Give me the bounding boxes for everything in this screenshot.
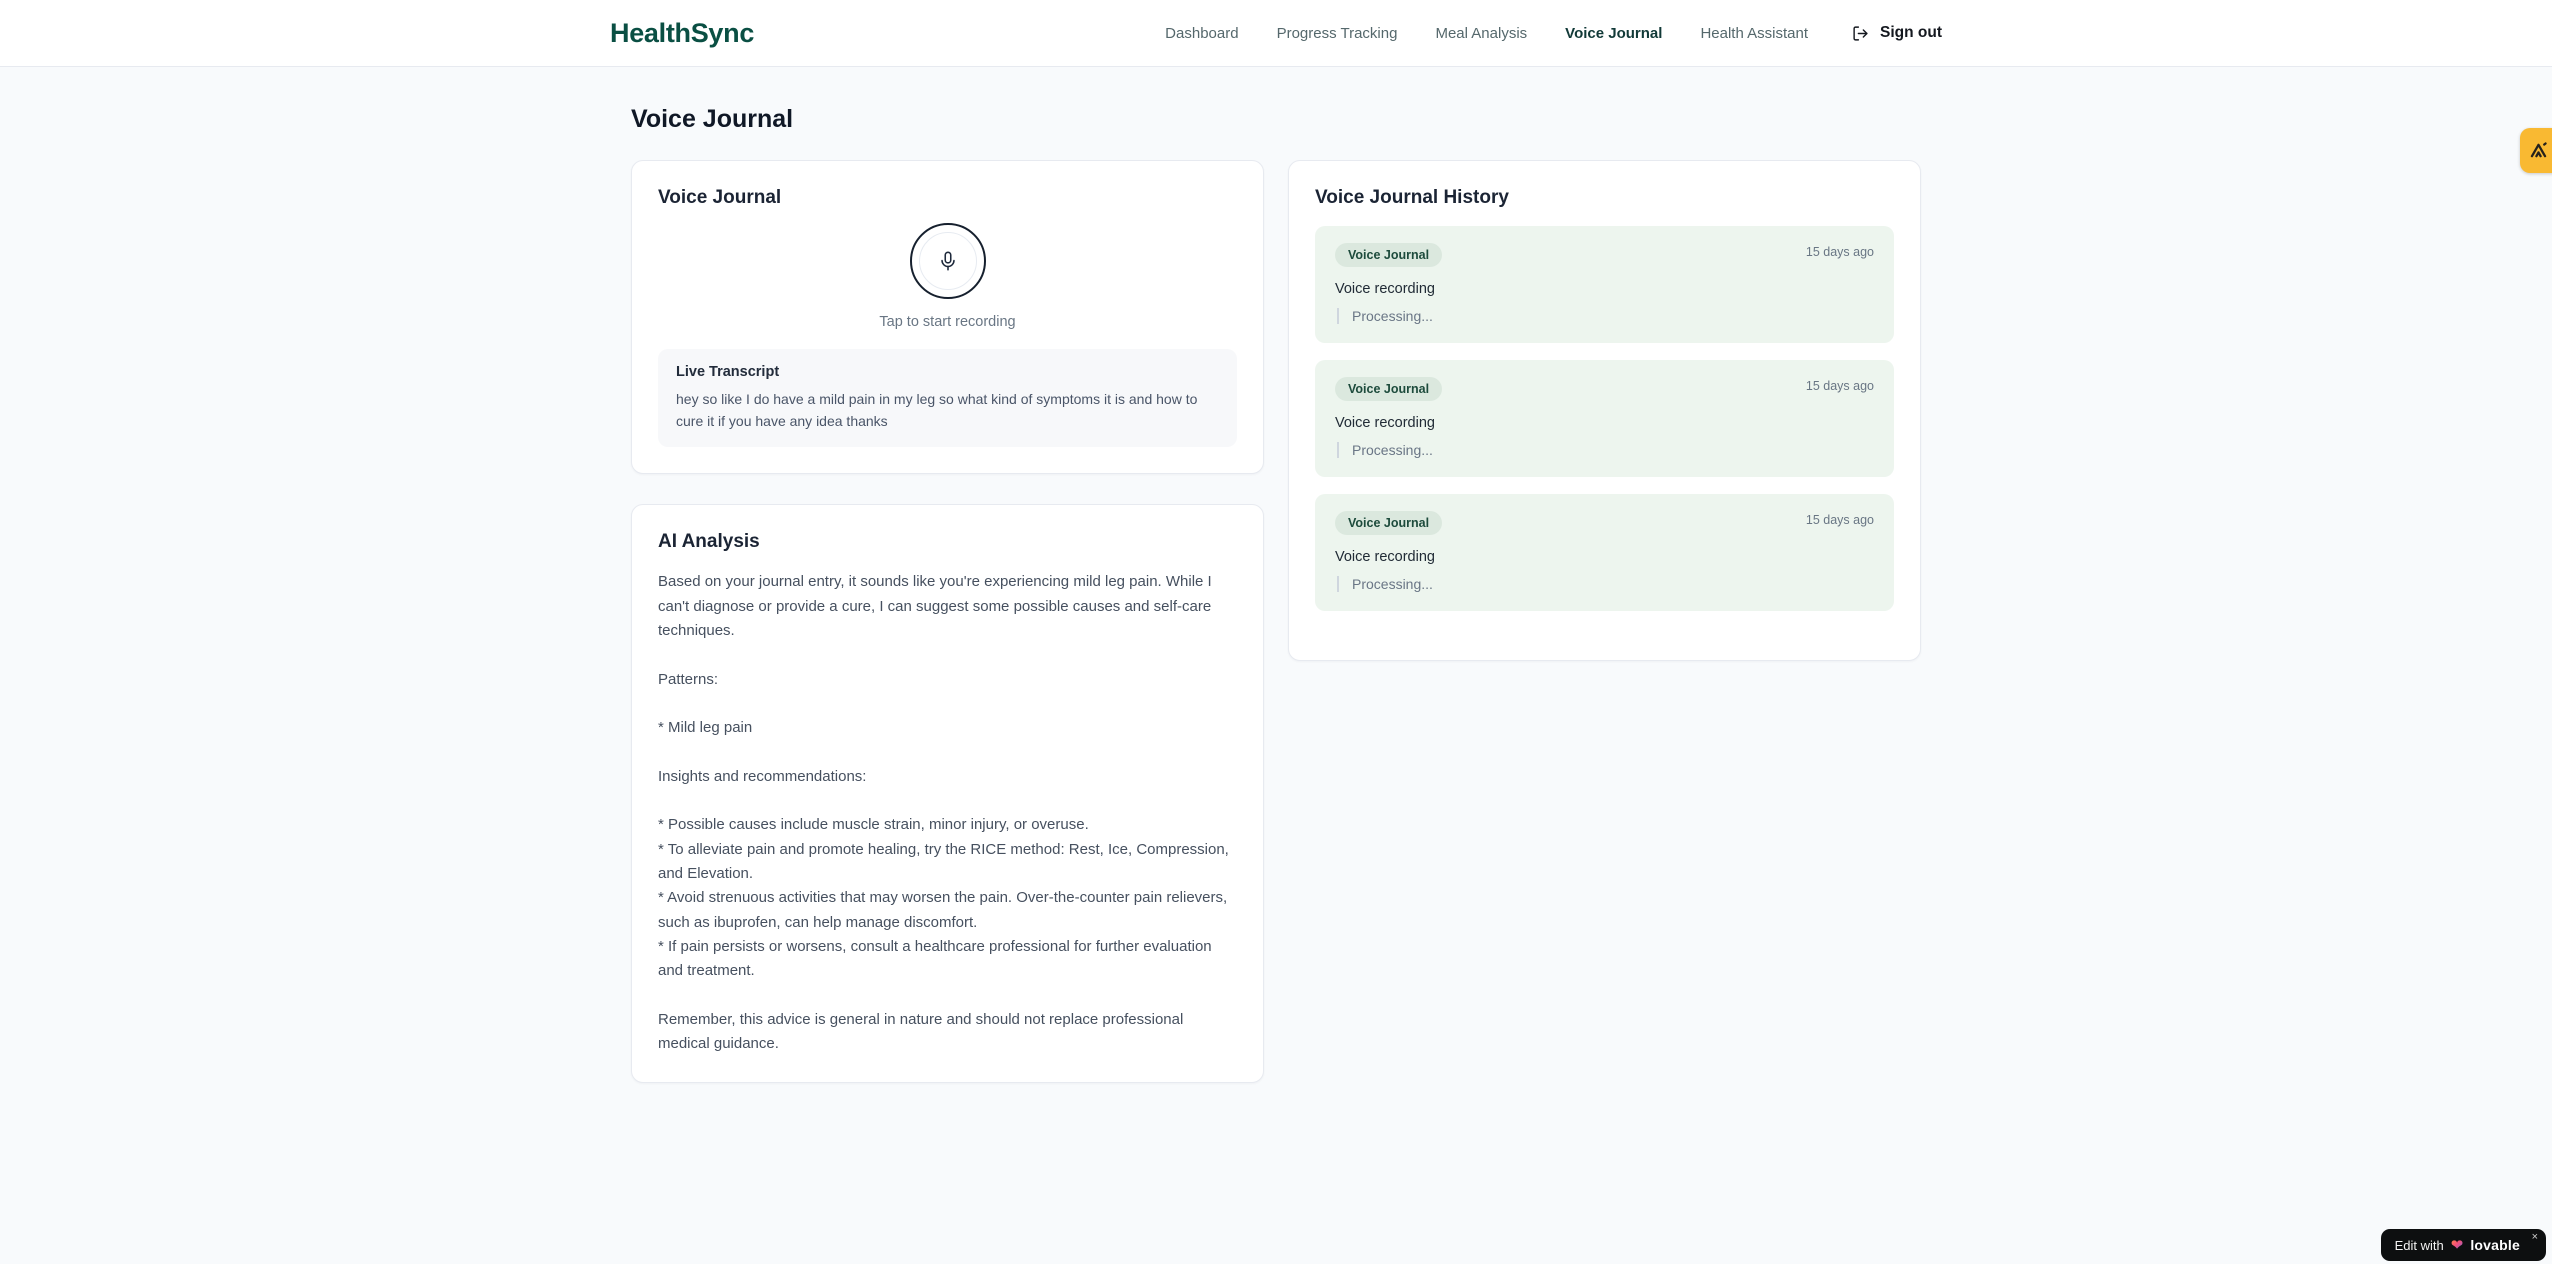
entry-timestamp: 15 days ago (1805, 513, 1874, 527)
nav-item-progress-tracking[interactable]: Progress Tracking (1277, 25, 1398, 42)
main-content: Voice Journal Voice Journal Tap to start… (631, 67, 1921, 1084)
voice-journal-history-card: Voice Journal History Voice Journal 15 d… (1288, 160, 1921, 661)
entry-status: Processing... (1337, 442, 1874, 458)
entry-status: Processing... (1337, 576, 1874, 592)
live-transcript-box: Live Transcript hey so like I do have a … (658, 349, 1237, 448)
ai-analysis-title: AI Analysis (658, 531, 760, 553)
voice-recorder-card: Voice Journal Tap to start recording Liv… (631, 160, 1264, 475)
history-card-title: Voice Journal History (1315, 187, 1509, 208)
nav-item-dashboard[interactable]: Dashboard (1165, 25, 1238, 42)
app-page: HealthSync Dashboard Progress Tracking M… (0, 0, 2552, 1264)
tap-to-record-hint: Tap to start recording (879, 314, 1016, 330)
brand-logo[interactable]: HealthSync (610, 18, 754, 49)
top-navbar: HealthSync Dashboard Progress Tracking M… (0, 0, 2552, 67)
live-transcript-text: hey so like I do have a mild pain in my … (676, 391, 1198, 429)
history-entry[interactable]: Voice Journal 15 days ago Voice recordin… (1315, 494, 1894, 611)
lovable-brand-label: lovable (2470, 1237, 2520, 1253)
logout-icon (1852, 25, 1869, 42)
edit-with-lovable-pill[interactable]: Edit with ❤ lovable × (2380, 1229, 2546, 1261)
entry-timestamp: 15 days ago (1805, 379, 1874, 393)
tent-logo-icon (2528, 140, 2549, 161)
main-nav: Dashboard Progress Tracking Meal Analysi… (1165, 24, 1942, 42)
ai-analysis-text: Based on your journal entry, it sounds l… (658, 573, 1229, 1053)
microphone-icon (918, 232, 977, 290)
ai-analysis-card: AI Analysis Based on your journal entry,… (631, 504, 1264, 1084)
right-column: Voice Journal History Voice Journal 15 d… (1288, 160, 1921, 661)
entry-label: Voice recording (1335, 415, 1435, 431)
entry-status: Processing... (1337, 308, 1874, 324)
history-entry[interactable]: Voice Journal 15 days ago Voice recordin… (1315, 226, 1894, 343)
entry-label: Voice recording (1335, 281, 1435, 297)
close-icon[interactable]: × (2532, 1232, 2538, 1243)
nav-item-voice-journal[interactable]: Voice Journal (1565, 25, 1662, 42)
nav-item-meal-analysis[interactable]: Meal Analysis (1435, 25, 1527, 42)
entry-type-badge: Voice Journal (1335, 511, 1443, 535)
entry-timestamp: 15 days ago (1805, 245, 1874, 259)
live-transcript-title: Live Transcript (676, 364, 780, 380)
sign-out-button[interactable]: Sign out (1852, 24, 1942, 42)
page-title: Voice Journal (631, 105, 794, 133)
record-button[interactable] (909, 223, 986, 299)
recorder-card-title: Voice Journal (658, 187, 782, 208)
entry-type-badge: Voice Journal (1335, 377, 1443, 401)
history-entry[interactable]: Voice Journal 15 days ago Voice recordin… (1315, 360, 1894, 477)
left-column: Voice Journal Tap to start recording Liv… (631, 160, 1264, 1084)
sign-out-label: Sign out (1880, 24, 1942, 41)
entry-label: Voice recording (1335, 549, 1435, 565)
heart-icon: ❤ (2450, 1237, 2464, 1254)
nav-item-health-assistant[interactable]: Health Assistant (1700, 25, 1808, 42)
side-widget-badge[interactable] (2520, 128, 2552, 173)
edit-with-label: Edit with (2394, 1237, 2444, 1253)
entry-type-badge: Voice Journal (1335, 243, 1443, 267)
